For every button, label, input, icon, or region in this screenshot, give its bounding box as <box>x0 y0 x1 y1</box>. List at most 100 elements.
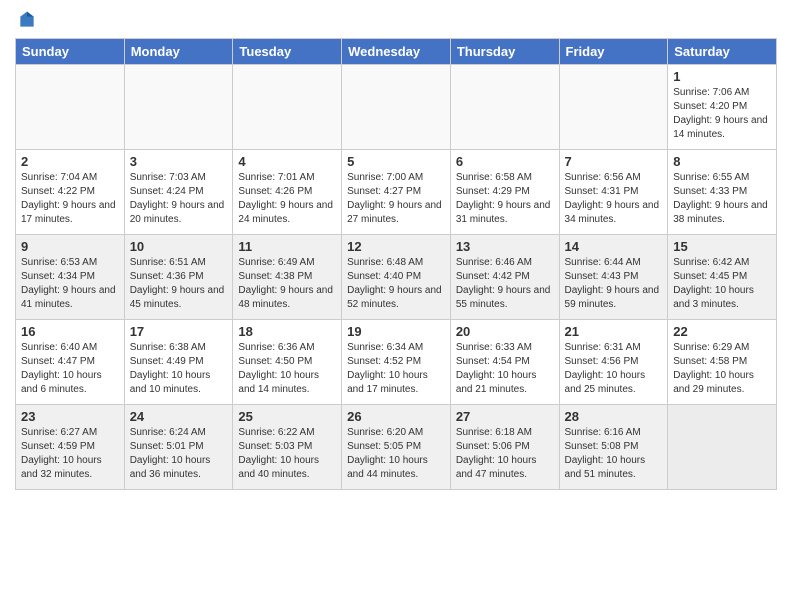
day-number: 24 <box>130 409 228 424</box>
day-number: 8 <box>673 154 771 169</box>
day-number: 27 <box>456 409 554 424</box>
day-info: Sunrise: 6:18 AM Sunset: 5:06 PM Dayligh… <box>456 426 554 482</box>
day-info: Sunrise: 6:16 AM Sunset: 5:08 PM Dayligh… <box>565 426 663 482</box>
day-info: Sunrise: 7:00 AM Sunset: 4:27 PM Dayligh… <box>347 171 445 227</box>
calendar-cell: 18 Sunrise: 6:36 AM Sunset: 4:50 PM Dayli… <box>233 320 342 405</box>
day-number: 21 <box>565 324 663 339</box>
calendar-cell: 19 Sunrise: 6:34 AM Sunset: 4:52 PM Dayli… <box>342 320 451 405</box>
day-number: 22 <box>673 324 771 339</box>
calendar-cell: 27 Sunrise: 6:18 AM Sunset: 5:06 PM Dayli… <box>450 405 559 490</box>
day-info: Sunrise: 6:46 AM Sunset: 4:42 PM Dayligh… <box>456 256 554 312</box>
calendar-cell: 21 Sunrise: 6:31 AM Sunset: 4:56 PM Dayli… <box>559 320 668 405</box>
calendar-cell: 6 Sunrise: 6:58 AM Sunset: 4:29 PM Daylig… <box>450 150 559 235</box>
day-info: Sunrise: 6:51 AM Sunset: 4:36 PM Dayligh… <box>130 256 228 312</box>
day-number: 15 <box>673 239 771 254</box>
day-number: 28 <box>565 409 663 424</box>
calendar-week-row: 9Sunrise: 6:53 AM Sunset: 4:34 PM Daylig… <box>16 235 777 320</box>
calendar-week-row: 1 Sunrise: 7:06 AM Sunset: 4:20 PM Daylig… <box>16 65 777 150</box>
day-number: 16 <box>21 324 119 339</box>
day-info: Sunrise: 7:03 AM Sunset: 4:24 PM Dayligh… <box>130 171 228 227</box>
calendar-cell: 4Sunrise: 7:01 AM Sunset: 4:26 PM Daylig… <box>233 150 342 235</box>
calendar-cell: 16 Sunrise: 6:40 AM Sunset: 4:47 PM Dayli… <box>16 320 125 405</box>
day-info: Sunrise: 6:55 AM Sunset: 4:33 PM Dayligh… <box>673 171 771 227</box>
day-info: Sunrise: 6:44 AM Sunset: 4:43 PM Dayligh… <box>565 256 663 312</box>
calendar-cell <box>124 65 233 150</box>
calendar-header-saturday: Saturday <box>668 39 777 65</box>
day-number: 13 <box>456 239 554 254</box>
day-info: Sunrise: 6:29 AM Sunset: 4:58 PM Dayligh… <box>673 341 771 397</box>
calendar-header-sunday: Sunday <box>16 39 125 65</box>
day-info: Sunrise: 6:38 AM Sunset: 4:49 PM Dayligh… <box>130 341 228 397</box>
day-info: Sunrise: 6:58 AM Sunset: 4:29 PM Dayligh… <box>456 171 554 227</box>
calendar-cell: 17 Sunrise: 6:38 AM Sunset: 4:49 PM Dayli… <box>124 320 233 405</box>
calendar-cell: 9Sunrise: 6:53 AM Sunset: 4:34 PM Daylig… <box>16 235 125 320</box>
logo <box>15 10 37 30</box>
day-info: Sunrise: 6:40 AM Sunset: 4:47 PM Dayligh… <box>21 341 119 397</box>
calendar-cell: 22 Sunrise: 6:29 AM Sunset: 4:58 PM Dayli… <box>668 320 777 405</box>
day-number: 7 <box>565 154 663 169</box>
calendar-header-thursday: Thursday <box>450 39 559 65</box>
calendar-cell <box>16 65 125 150</box>
calendar-week-row: 23 Sunrise: 6:27 AM Sunset: 4:59 PM Dayli… <box>16 405 777 490</box>
calendar-cell: 10 Sunrise: 6:51 AM Sunset: 4:36 PM Dayli… <box>124 235 233 320</box>
calendar-cell <box>233 65 342 150</box>
day-number: 3 <box>130 154 228 169</box>
calendar-cell: 28 Sunrise: 6:16 AM Sunset: 5:08 PM Dayli… <box>559 405 668 490</box>
calendar-cell <box>559 65 668 150</box>
day-number: 12 <box>347 239 445 254</box>
calendar-cell: 3 Sunrise: 7:03 AM Sunset: 4:24 PM Daylig… <box>124 150 233 235</box>
day-number: 2 <box>21 154 119 169</box>
calendar-cell: 25 Sunrise: 6:22 AM Sunset: 5:03 PM Dayli… <box>233 405 342 490</box>
day-number: 5 <box>347 154 445 169</box>
calendar-cell: 24 Sunrise: 6:24 AM Sunset: 5:01 PM Dayli… <box>124 405 233 490</box>
day-number: 20 <box>456 324 554 339</box>
day-number: 6 <box>456 154 554 169</box>
day-number: 17 <box>130 324 228 339</box>
day-info: Sunrise: 7:06 AM Sunset: 4:20 PM Dayligh… <box>673 86 771 142</box>
day-number: 14 <box>565 239 663 254</box>
calendar-cell: 26Sunrise: 6:20 AM Sunset: 5:05 PM Dayli… <box>342 405 451 490</box>
calendar-cell: 1 Sunrise: 7:06 AM Sunset: 4:20 PM Daylig… <box>668 65 777 150</box>
calendar-cell: 11Sunrise: 6:49 AM Sunset: 4:38 PM Dayli… <box>233 235 342 320</box>
day-number: 9 <box>21 239 119 254</box>
calendar-header-friday: Friday <box>559 39 668 65</box>
day-number: 25 <box>238 409 336 424</box>
day-info: Sunrise: 6:36 AM Sunset: 4:50 PM Dayligh… <box>238 341 336 397</box>
day-number: 1 <box>673 69 771 84</box>
logo-icon <box>17 10 37 30</box>
calendar-cell <box>450 65 559 150</box>
day-number: 23 <box>21 409 119 424</box>
calendar: SundayMondayTuesdayWednesdayThursdayFrid… <box>15 38 777 490</box>
calendar-week-row: 2 Sunrise: 7:04 AM Sunset: 4:22 PM Daylig… <box>16 150 777 235</box>
calendar-cell: 13 Sunrise: 6:46 AM Sunset: 4:42 PM Dayli… <box>450 235 559 320</box>
calendar-cell: 20 Sunrise: 6:33 AM Sunset: 4:54 PM Dayli… <box>450 320 559 405</box>
day-info: Sunrise: 6:42 AM Sunset: 4:45 PM Dayligh… <box>673 256 771 312</box>
day-info: Sunrise: 7:01 AM Sunset: 4:26 PM Dayligh… <box>238 171 336 227</box>
day-number: 11 <box>238 239 336 254</box>
day-info: Sunrise: 6:24 AM Sunset: 5:01 PM Dayligh… <box>130 426 228 482</box>
calendar-header-row: SundayMondayTuesdayWednesdayThursdayFrid… <box>16 39 777 65</box>
day-info: Sunrise: 6:56 AM Sunset: 4:31 PM Dayligh… <box>565 171 663 227</box>
calendar-cell: 12 Sunrise: 6:48 AM Sunset: 4:40 PM Dayli… <box>342 235 451 320</box>
calendar-cell <box>342 65 451 150</box>
calendar-cell: 15 Sunrise: 6:42 AM Sunset: 4:45 PM Dayli… <box>668 235 777 320</box>
day-number: 19 <box>347 324 445 339</box>
day-info: Sunrise: 6:22 AM Sunset: 5:03 PM Dayligh… <box>238 426 336 482</box>
day-number: 18 <box>238 324 336 339</box>
calendar-cell: 14 Sunrise: 6:44 AM Sunset: 4:43 PM Dayli… <box>559 235 668 320</box>
day-info: Sunrise: 6:31 AM Sunset: 4:56 PM Dayligh… <box>565 341 663 397</box>
calendar-header-tuesday: Tuesday <box>233 39 342 65</box>
calendar-week-row: 16 Sunrise: 6:40 AM Sunset: 4:47 PM Dayli… <box>16 320 777 405</box>
calendar-cell: 7 Sunrise: 6:56 AM Sunset: 4:31 PM Daylig… <box>559 150 668 235</box>
calendar-cell: 2 Sunrise: 7:04 AM Sunset: 4:22 PM Daylig… <box>16 150 125 235</box>
calendar-cell <box>668 405 777 490</box>
day-number: 26 <box>347 409 445 424</box>
calendar-header-wednesday: Wednesday <box>342 39 451 65</box>
day-info: Sunrise: 6:48 AM Sunset: 4:40 PM Dayligh… <box>347 256 445 312</box>
calendar-cell: 23 Sunrise: 6:27 AM Sunset: 4:59 PM Dayli… <box>16 405 125 490</box>
day-info: Sunrise: 6:33 AM Sunset: 4:54 PM Dayligh… <box>456 341 554 397</box>
day-info: Sunrise: 6:34 AM Sunset: 4:52 PM Dayligh… <box>347 341 445 397</box>
day-number: 10 <box>130 239 228 254</box>
day-info: Sunrise: 6:27 AM Sunset: 4:59 PM Dayligh… <box>21 426 119 482</box>
day-info: Sunrise: 7:04 AM Sunset: 4:22 PM Dayligh… <box>21 171 119 227</box>
